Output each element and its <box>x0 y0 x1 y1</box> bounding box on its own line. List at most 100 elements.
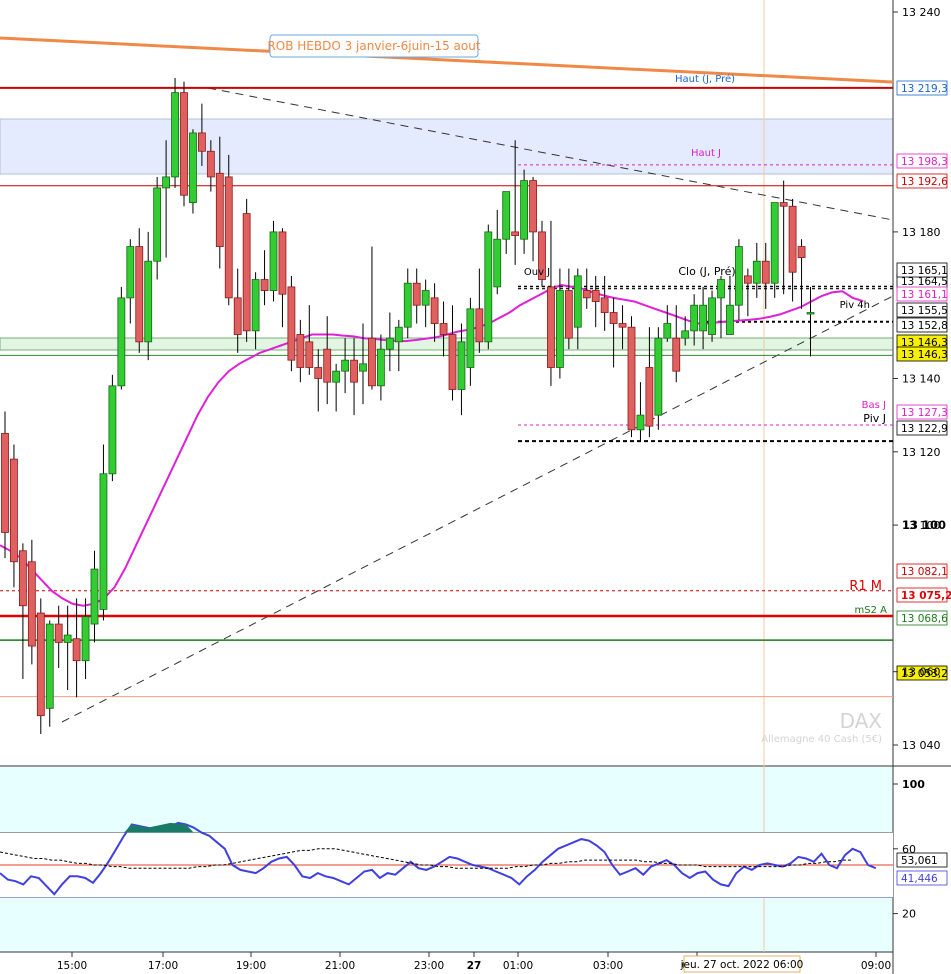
candle-body-90 <box>806 312 815 315</box>
candle-body-15 <box>135 246 144 343</box>
price-tag-13: 13 068,6 <box>901 613 948 625</box>
candle-body-11 <box>99 473 108 610</box>
time-label-7: 03:00 <box>593 960 623 972</box>
candle-body-57 <box>511 231 520 236</box>
candle-body-77 <box>690 304 699 332</box>
candle-body-3 <box>27 561 36 647</box>
candle-body-4 <box>36 612 45 717</box>
candle-body-80 <box>717 279 725 299</box>
price-tag-4: 13 165,1 <box>901 265 948 277</box>
candle-body-54 <box>484 231 493 343</box>
ind-value-black: 53,061 <box>901 855 938 867</box>
time-label-9: 09:00 <box>861 960 891 972</box>
candle-body-56 <box>502 191 511 240</box>
candle-body-30 <box>269 231 278 291</box>
candle-body-1 <box>10 458 18 563</box>
price-tag-10: 13 122,9 <box>901 423 948 435</box>
candle-body-79 <box>708 297 716 335</box>
candle-body-37 <box>332 370 341 383</box>
level-label-10: Piv J <box>863 412 886 425</box>
candle-body-16 <box>144 260 153 343</box>
price-tag-11: 13 082,1 <box>901 566 948 578</box>
candle-body-41 <box>368 337 376 387</box>
candle-body-55 <box>493 238 502 288</box>
candle-body-68 <box>609 312 618 324</box>
candle-body-88 <box>788 205 797 273</box>
candle-body-24 <box>215 172 224 247</box>
candle-body-76 <box>681 330 690 339</box>
candle-body-72 <box>645 367 654 427</box>
price-tick-label-6: 13 040 <box>902 739 941 752</box>
candle-body-6 <box>54 623 63 643</box>
candle-body-39 <box>350 359 358 383</box>
candle-body-32 <box>287 286 296 361</box>
level-label-13: mS2 A <box>855 605 888 616</box>
level-label-0: Haut (J, Pré) <box>675 73 735 85</box>
candle-body-66 <box>591 290 600 302</box>
candle-body-18 <box>162 176 171 189</box>
instrument-sub-watermark: Allemagne 40 Cash (5€) <box>761 734 882 745</box>
candle-body-9 <box>81 616 90 662</box>
candle-body-75 <box>672 337 681 372</box>
candle-body-51 <box>457 341 466 390</box>
time-label-2: 19:00 <box>236 960 266 972</box>
time-label-3: 21:00 <box>325 960 355 972</box>
candle-body-10 <box>90 568 99 625</box>
candle-body-2 <box>18 550 27 607</box>
candle-body-8 <box>72 638 81 662</box>
candle-body-50 <box>448 334 457 390</box>
support-zone <box>0 337 894 351</box>
price-tick-label-0: 13 240 <box>902 6 941 19</box>
candle-body-87 <box>779 202 788 207</box>
price-tick-label-2: 13 140 <box>902 373 941 386</box>
candle-body-12 <box>108 385 117 475</box>
level-label-4: Clo (J, Pré) <box>678 265 735 278</box>
candle-body-83 <box>743 275 752 284</box>
candle-body-86 <box>770 202 779 284</box>
time-label-6: 01:00 <box>503 960 533 972</box>
candle-body-45 <box>403 282 412 328</box>
candle-body-27 <box>242 213 251 332</box>
candle-body-81 <box>726 304 734 335</box>
candle-body-35 <box>314 367 323 379</box>
candle-body-25 <box>224 176 233 299</box>
price-tag-0: 13 219,3 <box>901 83 948 95</box>
candle-body-82 <box>735 246 743 306</box>
candle-body-52 <box>466 308 475 368</box>
candle-body-42 <box>376 348 385 387</box>
candle-body-63 <box>564 290 573 339</box>
candle-body-53 <box>475 308 484 343</box>
price-tag-12: 13 075,2 <box>901 590 951 602</box>
candle-body-34 <box>305 341 314 368</box>
price-tag-1: 13 198,3 <box>901 156 948 168</box>
time-label-4: 23:00 <box>414 960 444 972</box>
candle-body-61 <box>547 286 555 368</box>
candle-body-43 <box>385 337 394 350</box>
price-tag-9: 13 127,3 <box>901 407 948 419</box>
price-tag-2: 13 192,6 <box>901 176 948 188</box>
price-tick-label-3: 13 120 <box>902 446 941 459</box>
candle-body-89 <box>797 246 806 258</box>
candle-body-48 <box>430 297 439 324</box>
level-label-3: Ouv J <box>524 267 550 278</box>
candle-body-0 <box>1 433 9 533</box>
price-tag-3: 13 164,5 <box>901 276 948 288</box>
time-label-1: 17:00 <box>148 960 178 972</box>
ind-tick-label-2: 20 <box>902 908 916 921</box>
level-label-9: Bas J <box>862 400 886 411</box>
price-tag-dup: 13 146,3 <box>901 349 948 361</box>
price-tag-6: 13 155,5 <box>901 305 948 317</box>
candle-body-74 <box>663 323 672 339</box>
candle-body-62 <box>556 290 564 368</box>
candle-body-5 <box>45 623 54 709</box>
candle-body-58 <box>520 180 528 240</box>
chart-area: 13 219,3 13 198,3 13 192,6 13 164,513 165,1… <box>0 0 951 974</box>
candle-body-21 <box>189 132 197 203</box>
candle-body-84 <box>752 260 761 284</box>
candle-body-73 <box>654 337 663 416</box>
candle-body-64 <box>573 275 582 328</box>
candle-body-36 <box>323 348 332 383</box>
candle-body-19 <box>171 92 179 178</box>
candle-body-17 <box>153 187 162 262</box>
candle-body-59 <box>529 180 537 233</box>
